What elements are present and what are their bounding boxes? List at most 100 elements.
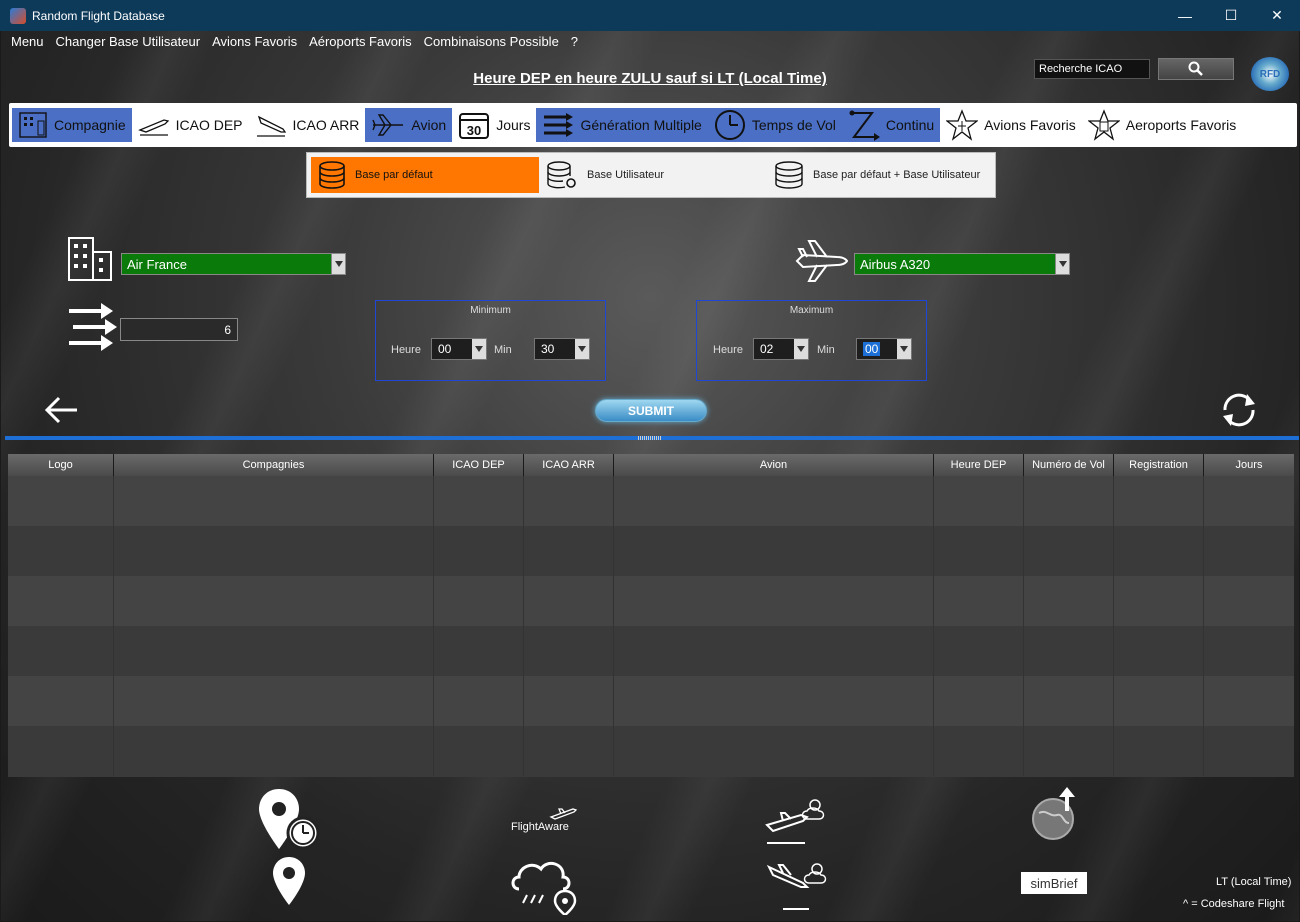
base-option-default[interactable]: Base par défaut: [311, 157, 539, 193]
chevron-down-icon: [575, 339, 589, 359]
close-button[interactable]: ✕: [1254, 0, 1300, 31]
column-header-numero-de-vol[interactable]: Numéro de Vol: [1024, 454, 1114, 476]
table-cell: [8, 576, 114, 626]
results-table: Logo Compagnies ICAO DEP ICAO ARR Avion …: [8, 454, 1294, 777]
tab-label: Compagnie: [54, 117, 126, 133]
min-hour-select[interactable]: 00: [431, 338, 487, 360]
refresh-icon[interactable]: [1217, 388, 1261, 432]
tab-generation-multiple[interactable]: Génération Multiple: [536, 108, 708, 142]
column-header-jours[interactable]: Jours: [1204, 454, 1294, 476]
base-option-user[interactable]: Base Utilisateur: [539, 157, 767, 193]
base-option-combined[interactable]: Base par défaut + Base Utilisateur: [767, 157, 995, 193]
minimize-button[interactable]: —: [1162, 0, 1208, 31]
tab-icao-dep[interactable]: ICAO DEP: [132, 108, 249, 142]
flightaware-label: FlightAware: [511, 821, 569, 833]
icao-search-input[interactable]: [1034, 59, 1150, 79]
tab-label: ICAO DEP: [175, 117, 243, 133]
tab-label: Génération Multiple: [580, 117, 702, 133]
company-select[interactable]: Air France: [121, 253, 346, 275]
table-row[interactable]: [8, 526, 1294, 576]
table-cell: [8, 476, 114, 526]
arrival-weather-icon[interactable]: [763, 859, 833, 911]
table-cell: [614, 576, 934, 626]
menu-item-changer-base[interactable]: Changer Base Utilisateur: [56, 34, 201, 49]
max-hour-select[interactable]: 02: [753, 338, 809, 360]
column-header-registration[interactable]: Registration: [1114, 454, 1204, 476]
menu-item-help[interactable]: ?: [571, 34, 578, 49]
table-cell: [1114, 726, 1204, 776]
tab-label: Jours: [496, 117, 531, 133]
airplane-icon: [795, 240, 849, 282]
tab-avions-favoris[interactable]: Avions Favoris: [940, 108, 1082, 142]
maximum-time-group: Maximum Heure 02 Min 00: [696, 300, 927, 381]
table-cell: [8, 626, 114, 676]
calendar-day: 30: [467, 123, 481, 138]
hour-label: Heure: [391, 344, 421, 356]
menu-item-combinaisons[interactable]: Combinaisons Possible: [424, 34, 559, 49]
search-button[interactable]: [1158, 58, 1234, 80]
departure-weather-icon[interactable]: [763, 795, 833, 845]
menu-item-menu[interactable]: Menu: [11, 34, 44, 49]
column-header-logo[interactable]: Logo: [8, 454, 114, 476]
column-header-compagnies[interactable]: Compagnies: [114, 454, 434, 476]
generation-count-field[interactable]: 6: [120, 318, 238, 341]
column-header-icao-dep[interactable]: ICAO DEP: [434, 454, 524, 476]
tab-label: Avion: [411, 117, 447, 133]
back-arrow-icon[interactable]: [43, 395, 79, 425]
column-header-icao-arr[interactable]: ICAO ARR: [524, 454, 614, 476]
globe-upload-icon[interactable]: [1029, 787, 1081, 843]
table-cell: [524, 576, 614, 626]
building-icon: [19, 112, 47, 138]
min-hour-value: 00: [438, 342, 452, 356]
weather-location-icon[interactable]: [509, 851, 579, 915]
maximize-button[interactable]: ☐: [1208, 0, 1254, 31]
table-cell: [1114, 576, 1204, 626]
submit-button[interactable]: SUBMIT: [595, 399, 707, 422]
menu-item-avions-favoris[interactable]: Avions Favoris: [212, 34, 297, 49]
menu-item-aeroports-favoris[interactable]: Aéroports Favoris: [309, 34, 412, 49]
table-cell: [614, 676, 934, 726]
table-cell: [1204, 526, 1294, 576]
database-stack-icon: [775, 161, 803, 189]
tab-avion[interactable]: Avion: [365, 108, 453, 142]
multi-arrow-icon: [69, 303, 117, 351]
location-pin-icon[interactable]: [271, 855, 307, 907]
tab-jours[interactable]: 30 Jours: [452, 108, 536, 142]
max-minute-value: 00: [863, 342, 881, 356]
table-cell: [1204, 726, 1294, 776]
table-row[interactable]: [8, 676, 1294, 726]
app-body: Menu Changer Base Utilisateur Avions Fav…: [1, 31, 1299, 921]
max-minute-select[interactable]: 00: [856, 338, 912, 360]
table-cell: [934, 726, 1024, 776]
company-select-value: Air France: [127, 256, 187, 272]
tab-temps-de-vol[interactable]: Temps de Vol: [707, 108, 842, 142]
table-row[interactable]: [8, 626, 1294, 676]
tab-compagnie[interactable]: Compagnie: [12, 108, 132, 142]
table-cell: [1114, 676, 1204, 726]
table-cell: [8, 676, 114, 726]
table-row[interactable]: [8, 576, 1294, 626]
chevron-down-icon: [897, 339, 911, 359]
table-row[interactable]: [8, 476, 1294, 526]
tab-continu[interactable]: Continu: [841, 108, 941, 142]
function-toolbar: Compagnie ICAO DEP ICAO ARR Avion 30 Jou…: [9, 103, 1297, 147]
min-minute-select[interactable]: 30: [534, 338, 590, 360]
flightaware-logo[interactable]: FlightAware: [509, 807, 579, 837]
splitter-grip[interactable]: [638, 436, 662, 440]
table-cell: [1204, 676, 1294, 726]
table-cell: [934, 526, 1024, 576]
table-cell: [1114, 526, 1204, 576]
tab-aeroports-favoris[interactable]: Aeroports Favoris: [1082, 108, 1242, 142]
location-time-icon[interactable]: [255, 787, 325, 853]
aircraft-select[interactable]: Airbus A320: [854, 253, 1070, 275]
table-cell: [114, 726, 434, 776]
column-header-avion[interactable]: Avion: [614, 454, 934, 476]
table-cell: [1204, 576, 1294, 626]
tab-icao-arr[interactable]: ICAO ARR: [249, 108, 366, 142]
simbrief-logo[interactable]: simBrief: [1021, 872, 1087, 894]
base-option-label: Base par défaut: [355, 169, 433, 181]
database-icon: [319, 161, 345, 189]
column-header-heure-dep[interactable]: Heure DEP: [934, 454, 1024, 476]
table-row[interactable]: [8, 726, 1294, 776]
minimum-time-group: Minimum Heure 00 Min 30: [375, 300, 606, 381]
